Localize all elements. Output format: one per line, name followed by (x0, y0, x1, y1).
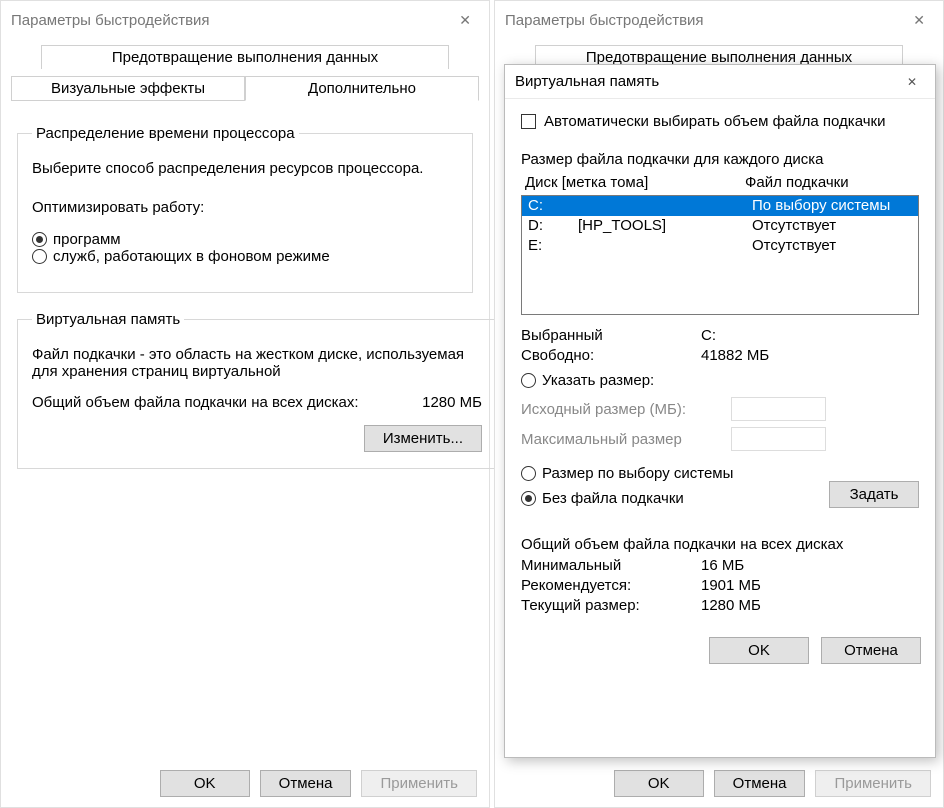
ok-button[interactable]: OK (709, 637, 809, 664)
selected-drive-value: C: (701, 327, 716, 344)
window-buttons: OK Отмена Применить (160, 770, 477, 797)
drive-listbox[interactable]: C: По выбору системы D: [HP_TOOLS] Отсут… (521, 195, 919, 315)
drive-list-header: Диск [метка тома] Файл подкачки (521, 174, 919, 191)
drive-letter: E: (528, 236, 578, 256)
initial-size-input[interactable] (731, 397, 826, 421)
vm-total-row: Общий объем файла подкачки на всех диска… (32, 394, 482, 411)
tab-row: Визуальные эффекты Дополнительно (11, 75, 479, 101)
ok-button[interactable]: OK (614, 770, 704, 797)
tab-dep[interactable]: Предотвращение выполнения данных (41, 45, 449, 69)
optimize-label: Оптимизировать работу: (32, 199, 458, 216)
no-paging-label: Без файла подкачки (542, 490, 684, 507)
radio-custom-size[interactable]: Указать размер: (521, 372, 919, 389)
free-space-label: Свободно: (521, 347, 701, 364)
apply-button[interactable]: Применить (361, 770, 477, 797)
titlebar: Параметры быстродействия ✕ (495, 1, 943, 39)
vm-change-row: Изменить... (32, 425, 482, 452)
max-size-label: Максимальный размер (521, 431, 731, 448)
window-title: Параметры быстродействия (505, 12, 905, 29)
cancel-button[interactable]: Отмена (821, 637, 921, 664)
cur-label: Текущий размер: (521, 597, 701, 614)
radio-services-label: служб, работающих в фоновом режиме (53, 248, 330, 265)
close-icon[interactable]: ✕ (905, 8, 933, 33)
tab-advanced[interactable]: Дополнительно (245, 76, 479, 101)
drive-letter: C: (528, 196, 578, 216)
drive-volume-label (578, 236, 752, 256)
cpu-description: Выберите способ распределения ресурсов п… (32, 160, 458, 177)
cancel-button[interactable]: Отмена (260, 770, 352, 797)
radio-icon (32, 232, 47, 247)
window-title: Параметры быстродействия (11, 12, 451, 29)
selected-drive-label: Выбранный (521, 327, 701, 344)
close-icon[interactable]: ✕ (899, 71, 925, 93)
auto-manage-label: Автоматически выбирать объем файла подка… (544, 113, 885, 130)
dialog-body: Автоматически выбирать объем файла подка… (505, 99, 935, 627)
cancel-button[interactable]: Отмена (714, 770, 806, 797)
apply-button[interactable]: Применить (815, 770, 931, 797)
window-buttons: OK Отмена Применить (614, 770, 931, 797)
vm-total-value: 1280 МБ (372, 394, 482, 411)
virtual-memory-group: Виртуальная память Файл подкачки - это о… (17, 311, 497, 469)
set-button[interactable]: Задать (829, 481, 919, 508)
radio-programs[interactable]: программ (32, 231, 121, 248)
cur-value: 1280 МБ (701, 597, 761, 614)
cpu-scheduling-group: Распределение времени процессора Выберит… (17, 125, 473, 293)
titlebar: Параметры быстродействия ✕ (1, 1, 489, 39)
ok-button[interactable]: OK (160, 770, 250, 797)
col-drive-header: Диск [метка тома] (525, 174, 745, 191)
selected-drive-info: Выбранный C: Свободно: 41882 МБ (521, 327, 919, 364)
initial-size-row: Исходный размер (МБ): (521, 397, 919, 421)
radio-programs-label: программ (53, 231, 121, 248)
radio-system-managed[interactable]: Размер по выбору системы (521, 465, 919, 482)
vm-description: Файл подкачки - это область на жестком д… (32, 346, 482, 380)
radio-background-services[interactable]: служб, работающих в фоновом режиме (32, 248, 330, 265)
rec-label: Рекомендуется: (521, 577, 701, 594)
radio-icon (521, 466, 536, 481)
performance-options-window-left: Параметры быстродействия ✕ Предотвращени… (0, 0, 490, 808)
max-size-input[interactable] (731, 427, 826, 451)
change-button[interactable]: Изменить... (364, 425, 482, 452)
drive-paging-status: По выбору системы (752, 196, 912, 216)
auto-manage-checkbox[interactable]: Автоматически выбирать объем файла подка… (521, 113, 885, 130)
drive-volume-label (578, 196, 752, 216)
initial-size-label: Исходный размер (МБ): (521, 401, 731, 418)
drive-row[interactable]: D: [HP_TOOLS] Отсутствует (522, 216, 918, 236)
system-managed-label: Размер по выбору системы (542, 465, 733, 482)
dialog-buttons: OK Отмена (505, 627, 935, 674)
min-value: 16 МБ (701, 557, 744, 574)
drive-volume-label: [HP_TOOLS] (578, 216, 752, 236)
drive-paging-status: Отсутствует (752, 236, 912, 256)
radio-icon (521, 373, 536, 388)
cpu-group-legend: Распределение времени процессора (32, 125, 299, 142)
radio-icon (32, 249, 47, 264)
drive-row[interactable]: C: По выбору системы (522, 196, 918, 216)
min-label: Минимальный (521, 557, 701, 574)
total-info: Минимальный 16 МБ Рекомендуется: 1901 МБ… (521, 557, 919, 614)
vm-group-legend: Виртуальная память (32, 311, 184, 328)
col-paging-header: Файл подкачки (745, 174, 915, 191)
dialog-title: Виртуальная память (515, 73, 899, 90)
drive-paging-status: Отсутствует (752, 216, 912, 236)
per-drive-label: Размер файла подкачки для каждого диска (521, 151, 919, 168)
tab-content: Распределение времени процессора Выберит… (1, 101, 489, 497)
max-size-row: Максимальный размер (521, 427, 919, 451)
drive-letter: D: (528, 216, 578, 236)
virtual-memory-dialog: Виртуальная память ✕ Автоматически выбир… (504, 64, 936, 758)
tab-visual-effects[interactable]: Визуальные эффекты (11, 76, 245, 101)
custom-size-label: Указать размер: (542, 372, 654, 389)
checkbox-icon (521, 114, 536, 129)
rec-value: 1901 МБ (701, 577, 761, 594)
total-section-label: Общий объем файла подкачки на всех диска… (521, 536, 919, 553)
dialog-titlebar: Виртуальная память ✕ (505, 65, 935, 99)
radio-icon (521, 491, 536, 506)
cpu-radio-row: программ служб, работающих в фоновом реж… (32, 230, 458, 268)
vm-total-label: Общий объем файла подкачки на всех диска… (32, 394, 372, 411)
drive-row[interactable]: E: Отсутствует (522, 236, 918, 256)
close-icon[interactable]: ✕ (451, 8, 479, 33)
free-space-value: 41882 МБ (701, 347, 769, 364)
